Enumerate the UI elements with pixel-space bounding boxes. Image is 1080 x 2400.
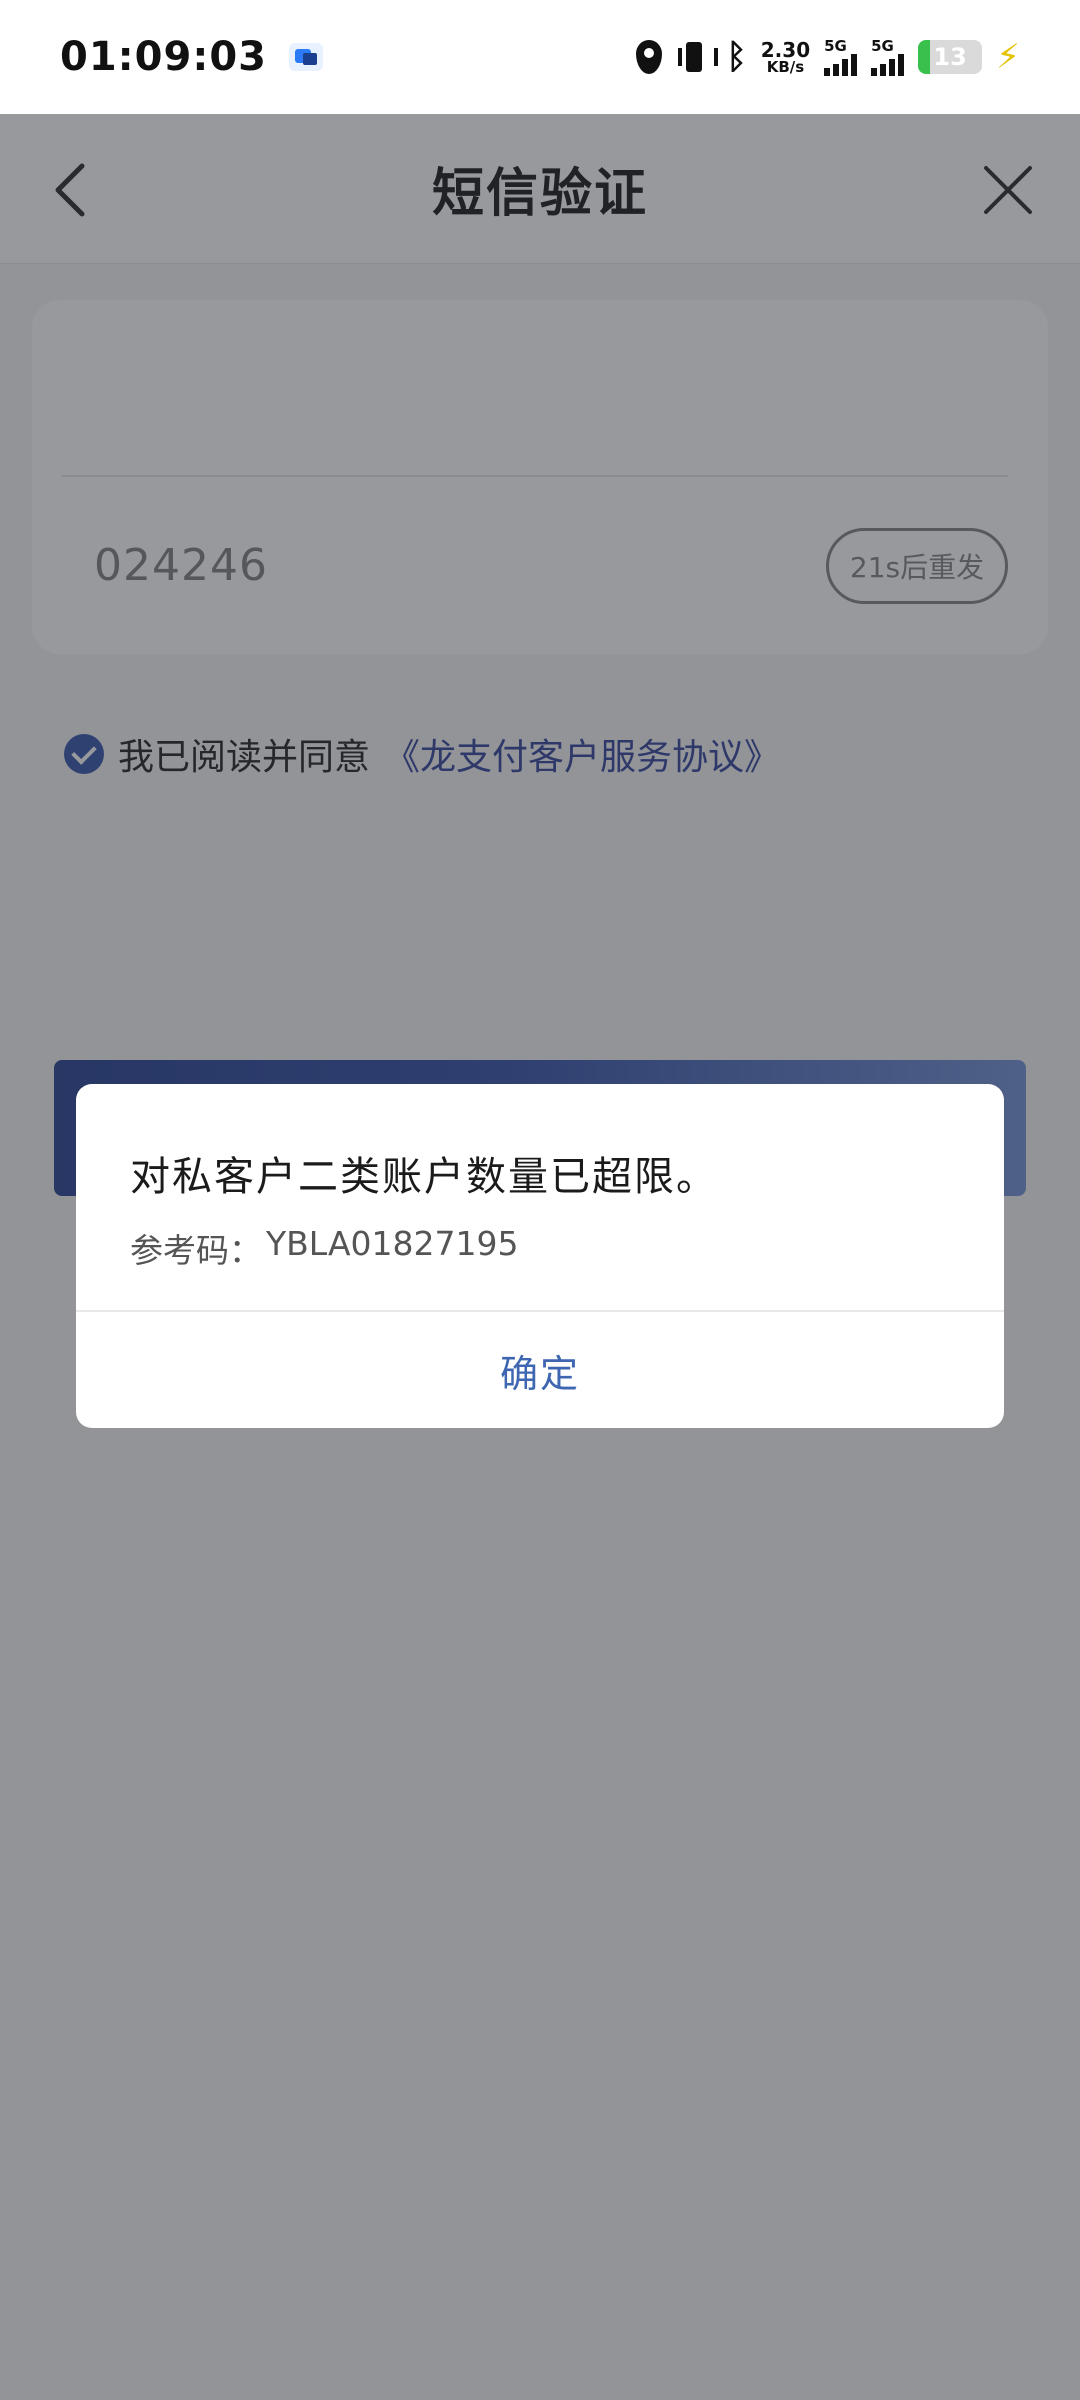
sim2-label: 5G <box>871 36 894 55</box>
charging-icon: ⚡ <box>996 37 1020 77</box>
network-speed: 2.30 KB/s <box>761 40 810 75</box>
network-speed-value: 2.30 <box>760 37 811 62</box>
reference-code: YBLA01827195 <box>266 1224 519 1263</box>
sim1-label: 5G <box>824 36 847 55</box>
signal-bars-icon <box>871 53 905 76</box>
dialog-reference: 参考码： YBLA01827195 <box>130 1224 518 1272</box>
bluetooth-icon: ᛒ <box>726 37 747 77</box>
battery-icon: 13 <box>918 40 983 74</box>
alert-dialog: 对私客户二类账户数量已超限。 参考码： YBLA01827195 确定 <box>76 1084 1004 1428</box>
signal-bars-icon <box>824 53 858 76</box>
dialog-confirm-button[interactable]: 确定 <box>76 1312 1004 1428</box>
status-time: 01:09:03 <box>60 34 267 80</box>
signal-sim2: 5G <box>871 36 905 76</box>
reference-label: 参考码： <box>130 1231 262 1270</box>
screen: 01:09:03 ᛒ 2.30 KB/s 5G 5G 13 ⚡ 对私客户二类账户… <box>0 0 1080 2400</box>
signal-sim1: 5G <box>824 36 858 76</box>
battery-level: 13 <box>933 43 967 71</box>
app-notification-icon <box>288 43 323 71</box>
dialog-message: 对私客户二类账户数量已超限。 <box>130 1154 718 1200</box>
location-icon <box>636 40 663 74</box>
vibrate-icon <box>676 40 719 74</box>
network-speed-unit: KB/s <box>766 57 805 76</box>
status-bar: 01:09:03 ᛒ 2.30 KB/s 5G 5G 13 ⚡ <box>0 0 1080 114</box>
